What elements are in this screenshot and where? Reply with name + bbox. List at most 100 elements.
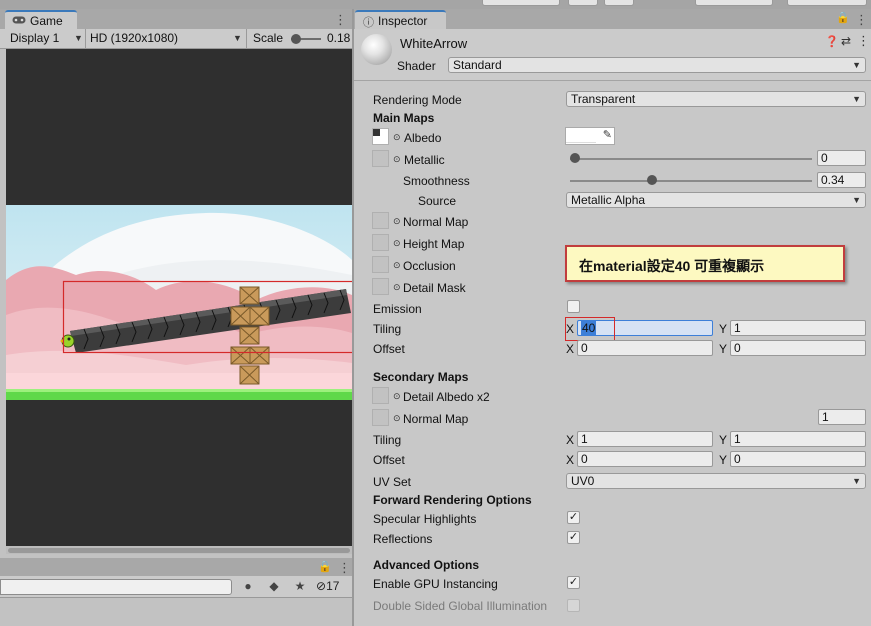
scene-filter-icon[interactable]: ● bbox=[236, 577, 260, 596]
search-input[interactable] bbox=[0, 579, 232, 595]
occlusion-texture-slot[interactable] bbox=[372, 256, 389, 273]
albedo-color-swatch[interactable]: ✎ bbox=[565, 127, 615, 145]
offset-y-field[interactable]: 0 bbox=[730, 340, 866, 356]
rendering-mode-dropdown[interactable]: Transparent ▼ bbox=[566, 91, 866, 107]
target-icon[interactable]: ⊙ bbox=[393, 216, 401, 227]
tiling-y-field[interactable]: 1 bbox=[730, 320, 866, 336]
normal-map-texture-slot[interactable] bbox=[372, 212, 389, 229]
secondary-maps-heading: Secondary Maps bbox=[373, 370, 469, 384]
smoothness-slider-track[interactable] bbox=[570, 180, 812, 182]
rendering-mode-label: Rendering Mode bbox=[373, 93, 462, 107]
sec-offset-label: Offset bbox=[373, 453, 405, 467]
metallic-slider-track[interactable] bbox=[570, 158, 812, 160]
preset-icon[interactable]: ⇄ bbox=[841, 34, 851, 48]
offset-x-field[interactable]: 0 bbox=[577, 340, 713, 356]
detail-albedo-texture-slot[interactable] bbox=[372, 387, 389, 404]
secondary-normal-scale-field[interactable]: 1 bbox=[818, 409, 866, 425]
help-icon[interactable]: ❓ bbox=[825, 35, 839, 48]
scale-value: 0.18 bbox=[327, 31, 351, 45]
sec-tiling-y-field[interactable]: 1 bbox=[730, 431, 866, 447]
albedo-label: Albedo bbox=[404, 131, 442, 145]
kebab-menu-icon[interactable]: ⋮ bbox=[855, 12, 868, 28]
top-button[interactable] bbox=[604, 0, 634, 6]
specular-highlights-checkbox[interactable]: ✓ bbox=[567, 511, 580, 524]
scale-slider-handle[interactable] bbox=[291, 34, 301, 44]
reflections-checkbox[interactable]: ✓ bbox=[567, 531, 580, 544]
tiling-y-axis-label: Y bbox=[719, 322, 728, 336]
height-map-label: Height Map bbox=[403, 237, 465, 251]
advanced-options-heading: Advanced Options bbox=[373, 558, 480, 572]
material-preview-icon bbox=[361, 34, 392, 65]
kebab-menu-icon[interactable]: ⋮ bbox=[334, 12, 347, 28]
double-sided-gi-checkbox[interactable] bbox=[567, 599, 580, 612]
shader-dropdown[interactable]: Standard ▼ bbox=[448, 57, 866, 73]
target-icon[interactable]: ⊙ bbox=[393, 260, 401, 271]
lock-icon[interactable]: 🔒 bbox=[836, 11, 850, 24]
sec-tiling-x-field[interactable]: 1 bbox=[577, 431, 713, 447]
uv-set-value: UV0 bbox=[571, 474, 595, 488]
toolbar-divider bbox=[246, 29, 247, 49]
top-button[interactable] bbox=[695, 0, 773, 6]
info-icon: ⓘ bbox=[363, 17, 374, 29]
offset-label: Offset bbox=[373, 342, 405, 356]
tiling-highlight-box bbox=[565, 317, 615, 341]
eyedropper-icon[interactable]: ✎ bbox=[603, 128, 612, 141]
uv-set-dropdown[interactable]: UV0 ▼ bbox=[566, 473, 866, 489]
gpu-instancing-checkbox[interactable]: ✓ bbox=[567, 576, 580, 589]
annotation-callout: 在material設定40 可重複顯示 bbox=[565, 245, 845, 282]
double-sided-gi-label: Double Sided Global Illumination bbox=[373, 599, 548, 613]
sec-offset-x-field[interactable]: 0 bbox=[577, 451, 713, 467]
sec-tiling-x-axis-label: X bbox=[566, 433, 575, 447]
metallic-texture-slot[interactable] bbox=[372, 150, 389, 167]
target-icon[interactable]: ⊙ bbox=[393, 132, 401, 143]
reflections-label: Reflections bbox=[373, 532, 433, 546]
shader-label: Shader bbox=[397, 59, 436, 73]
metallic-slider-handle[interactable] bbox=[570, 153, 580, 163]
emission-checkbox[interactable] bbox=[567, 300, 580, 313]
target-icon[interactable]: ⊙ bbox=[393, 238, 401, 249]
rendering-mode-value: Transparent bbox=[571, 92, 636, 106]
scrollbar-thumb[interactable] bbox=[8, 548, 350, 553]
resolution-dropdown[interactable]: HD (1920x1080) bbox=[90, 31, 178, 45]
tab-inspector-label: Inspector bbox=[378, 14, 428, 28]
smoothness-value-field[interactable]: 0.34 bbox=[817, 172, 866, 188]
top-button[interactable] bbox=[568, 0, 598, 6]
target-icon[interactable]: ⊙ bbox=[393, 413, 401, 424]
height-map-texture-slot[interactable] bbox=[372, 234, 389, 251]
sec-offset-x-axis-label: X bbox=[566, 453, 575, 467]
lock-icon[interactable]: 🔒 bbox=[318, 560, 332, 573]
tab-game[interactable]: Game bbox=[5, 10, 77, 29]
hidden-count-badge[interactable]: ⊘17 bbox=[316, 579, 352, 595]
top-button[interactable] bbox=[787, 0, 867, 6]
top-button[interactable] bbox=[482, 0, 560, 6]
source-dropdown[interactable]: Metallic Alpha ▼ bbox=[566, 192, 866, 208]
chevron-down-icon: ▼ bbox=[852, 94, 861, 104]
shader-value: Standard bbox=[453, 58, 502, 72]
secondary-normal-texture-slot[interactable] bbox=[372, 409, 389, 426]
tab-inspector[interactable]: ⓘ Inspector bbox=[355, 10, 446, 30]
chevron-down-icon: ▼ bbox=[233, 33, 242, 43]
target-icon[interactable]: ⊙ bbox=[393, 154, 401, 165]
game-scene-image bbox=[6, 205, 352, 400]
target-icon[interactable]: ⊙ bbox=[393, 282, 401, 293]
metallic-value-field[interactable]: 0 bbox=[817, 150, 866, 166]
uv-set-label: UV Set bbox=[373, 475, 412, 489]
target-icon[interactable]: ⊙ bbox=[393, 391, 401, 402]
tab-game-label: Game bbox=[30, 14, 63, 28]
tiling-label: Tiling bbox=[373, 322, 402, 336]
bottom-tab-bar bbox=[0, 558, 352, 576]
sec-offset-y-field[interactable]: 0 bbox=[730, 451, 866, 467]
secondary-normal-label: Normal Map bbox=[403, 412, 469, 426]
hidden-count: 17 bbox=[326, 579, 340, 593]
kebab-menu-icon[interactable]: ⋮ bbox=[857, 33, 870, 49]
sec-tiling-label: Tiling bbox=[373, 433, 402, 447]
star-icon[interactable]: ★ bbox=[288, 577, 312, 596]
smoothness-label: Smoothness bbox=[403, 174, 470, 188]
source-label: Source bbox=[418, 194, 457, 208]
display-dropdown[interactable]: Display 1 bbox=[10, 31, 59, 45]
kebab-menu-icon[interactable]: ⋮ bbox=[338, 560, 351, 576]
tag-icon[interactable]: ◆ bbox=[262, 577, 286, 596]
occlusion-label: Occlusion bbox=[403, 259, 456, 273]
albedo-texture-slot[interactable] bbox=[372, 128, 389, 145]
detail-mask-texture-slot[interactable] bbox=[372, 278, 389, 295]
